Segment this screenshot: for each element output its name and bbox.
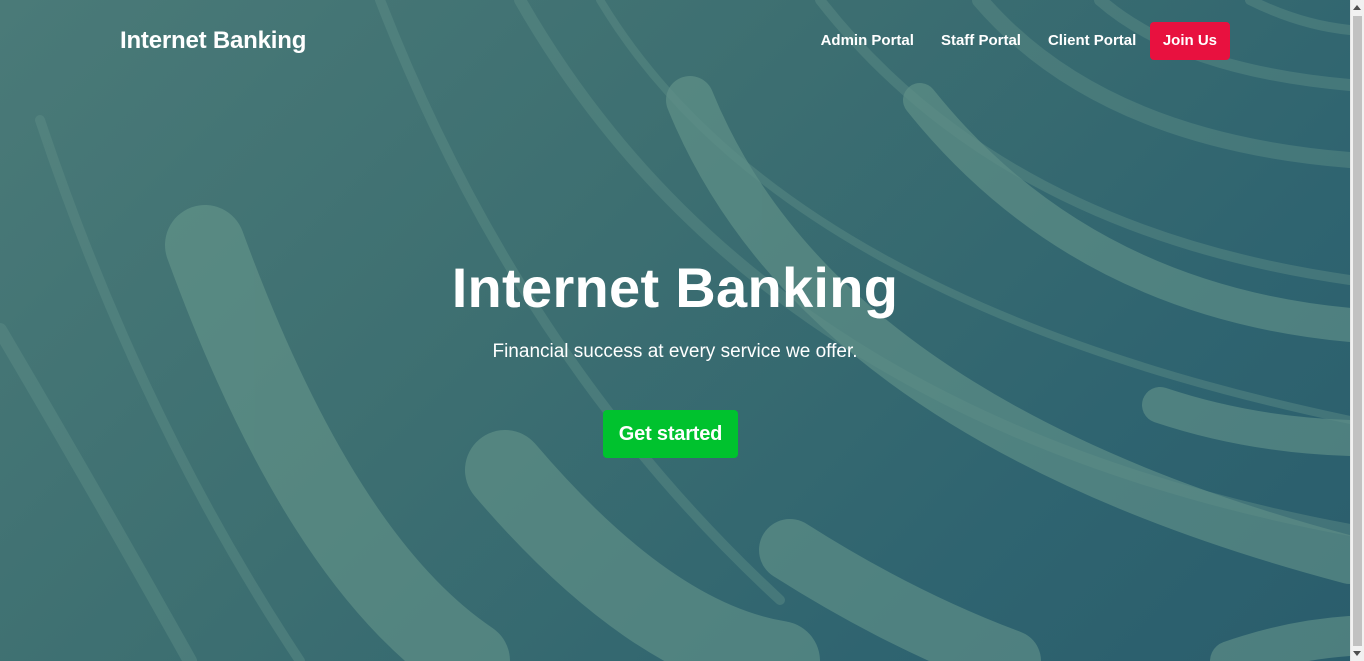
nav-link-client-portal[interactable]: Client Portal — [1034, 22, 1149, 60]
page: Internet Banking Admin Portal Staff Port… — [0, 0, 1364, 661]
scroll-down-arrow-icon[interactable] — [1353, 651, 1361, 656]
nav-menu: Admin Portal Staff Portal Client Portal … — [807, 22, 1230, 60]
scrollbar-thumb[interactable] — [1353, 16, 1362, 646]
scroll-up-arrow-icon[interactable] — [1353, 5, 1361, 10]
hero-title: Internet Banking — [451, 256, 899, 319]
vertical-scrollbar[interactable] — [1350, 0, 1364, 661]
nav-link-staff-portal[interactable]: Staff Portal — [927, 22, 1034, 60]
background-arcs — [0, 0, 1350, 661]
brand-logo[interactable]: Internet Banking — [120, 26, 306, 56]
navbar: Internet Banking Admin Portal Staff Port… — [0, 0, 1350, 82]
nav-link-admin-portal[interactable]: Admin Portal — [807, 22, 927, 60]
hero-subtitle: Financial success at every service we of… — [492, 341, 858, 362]
join-us-button[interactable]: Join Us — [1149, 22, 1230, 60]
get-started-button[interactable]: Get started — [603, 410, 738, 458]
